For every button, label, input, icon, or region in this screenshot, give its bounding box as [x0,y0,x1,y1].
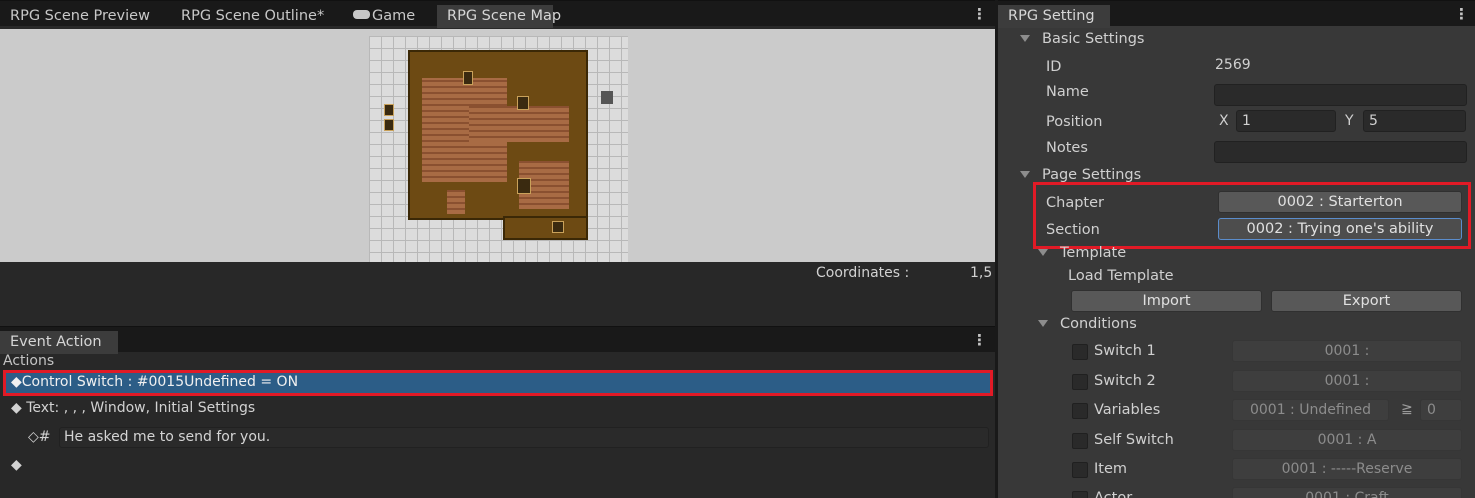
tab-rpg-scene-map[interactable]: RPG Scene Map [437,5,561,28]
position-label: Position [1046,114,1103,130]
variables-operator: ≧ [1401,401,1413,417]
notes-label: Notes [1046,140,1088,156]
template-header[interactable]: Template [1038,242,1126,264]
scene-tab-bar: RPG Scene Preview RPG Scene Outline* Gam… [0,0,995,28]
foldout-arrow-icon [1020,170,1030,178]
switch2-label: Switch 2 [1094,373,1156,389]
basic-settings-header[interactable]: Basic Settings [1020,28,1144,50]
switch2-checkbox[interactable] [1072,374,1088,390]
item-label: Item [1094,461,1128,477]
page-settings-header[interactable]: Page Settings [1020,164,1141,186]
section-dropdown[interactable]: 0002 : Trying one's ability [1218,218,1462,240]
event-action-panel: Event Action ⋮ Actions ◆Control Switch :… [0,326,995,498]
hollow-diamond-icon: ◇# [28,429,51,445]
action-row-control-switch[interactable]: ◆Control Switch : #0015Undefined = ON [3,370,993,396]
switch1-label: Switch 1 [1094,343,1156,359]
message-text-field[interactable]: He asked me to send for you. [59,427,989,448]
variables-dropdown[interactable]: 0001 : Undefined [1232,399,1389,421]
action-row-empty[interactable]: ◆ [3,453,993,479]
chapter-dropdown[interactable]: 0002 : Starterton [1218,191,1462,213]
conditions-title: Conditions [1060,316,1137,332]
id-label: ID [1046,59,1062,75]
notes-field[interactable] [1214,141,1467,163]
diamond-icon: ◆ [11,457,22,473]
foldout-arrow-icon [1020,34,1030,42]
more-options-icon[interactable]: ⋮ [972,333,987,349]
tab-game[interactable]: Game [343,5,425,28]
section-label: Section [1046,222,1100,238]
page-settings-title: Page Settings [1042,167,1142,183]
coordinates-label: Coordinates : [816,265,910,281]
actor-checkbox[interactable] [1072,491,1088,498]
map-preview[interactable] [0,29,995,262]
entrance-floor [447,190,465,214]
actions-label: Actions [3,353,55,369]
switch1-checkbox[interactable] [1072,344,1088,360]
tab-rpg-setting[interactable]: RPG Setting [998,5,1110,28]
x-label: X [1219,113,1229,129]
event-action-tab-bar: Event Action ⋮ [0,326,995,354]
y-label: Y [1345,113,1354,129]
action-row-message[interactable]: ◇# He asked me to send for you. [3,425,993,451]
variables-checkbox[interactable] [1072,403,1088,419]
template-title: Template [1060,245,1127,261]
item-checkbox[interactable] [1072,462,1088,478]
scene-editor-area: RPG Scene Preview RPG Scene Outline* Gam… [0,0,995,498]
action-text: Control Switch : #0015Undefined = ON [21,374,299,390]
map-event-marker [384,104,394,116]
actor-dropdown[interactable]: 0001 : Craft [1232,487,1462,498]
self-switch-dropdown[interactable]: 0001 : A [1232,429,1462,451]
action-row-text[interactable]: ◆ Text: , , , Window, Initial Settings [3,396,993,422]
actor-label: Actor [1094,490,1133,498]
diamond-icon: ◆ [11,400,22,416]
map-grid [369,36,628,262]
coordinates-value: 1,5 [970,265,993,281]
more-options-icon[interactable]: ⋮ [972,7,987,23]
coordinates-bar: Coordinates : 1,5 [0,262,995,326]
switch1-dropdown[interactable]: 0001 : [1232,340,1462,362]
self-switch-label: Self Switch [1094,432,1174,448]
foldout-arrow-icon [1038,248,1048,256]
tab-event-action[interactable]: Event Action [0,331,118,354]
map-event-marker [517,178,531,194]
diamond-icon: ◆ [11,374,22,390]
tab-rpg-scene-preview[interactable]: RPG Scene Preview [0,5,160,28]
map-event-marker [601,91,613,104]
rpg-setting-inspector: RPG Setting ⋮ Basic Settings ID 2569 Nam… [998,0,1475,498]
inspector-tab-bar: RPG Setting ⋮ [998,0,1475,28]
tab-game-label: Game [372,8,416,24]
basic-settings-title: Basic Settings [1042,31,1145,47]
conditions-header[interactable]: Conditions [1038,313,1137,335]
wood-floor-right [469,106,569,142]
variables-label: Variables [1094,402,1161,418]
house-annex-wall [503,216,588,240]
name-label: Name [1046,84,1089,100]
switch2-dropdown[interactable]: 0001 : [1232,370,1462,392]
item-dropdown[interactable]: 0001 : -----Reserve [1232,458,1462,480]
foldout-arrow-icon [1038,319,1048,327]
map-event-marker [552,221,564,233]
id-value: 2569 [1215,57,1251,73]
more-options-icon[interactable]: ⋮ [1454,7,1469,23]
y-field[interactable]: 5 [1363,110,1466,132]
chapter-label: Chapter [1046,195,1104,211]
load-template-label: Load Template [1068,268,1174,284]
action-text: Text: , , , Window, Initial Settings [26,400,256,416]
map-event-marker [463,71,473,85]
import-button[interactable]: Import [1071,290,1262,312]
self-switch-checkbox[interactable] [1072,433,1088,449]
gamepad-icon [353,10,370,19]
name-field[interactable] [1214,84,1467,106]
variables-value-field[interactable]: 0 [1420,399,1462,421]
tab-rpg-scene-outline[interactable]: RPG Scene Outline* [171,5,334,28]
map-event-marker [384,119,394,131]
map-event-marker [517,96,529,110]
x-field[interactable]: 1 [1236,110,1336,132]
export-button[interactable]: Export [1271,290,1462,312]
